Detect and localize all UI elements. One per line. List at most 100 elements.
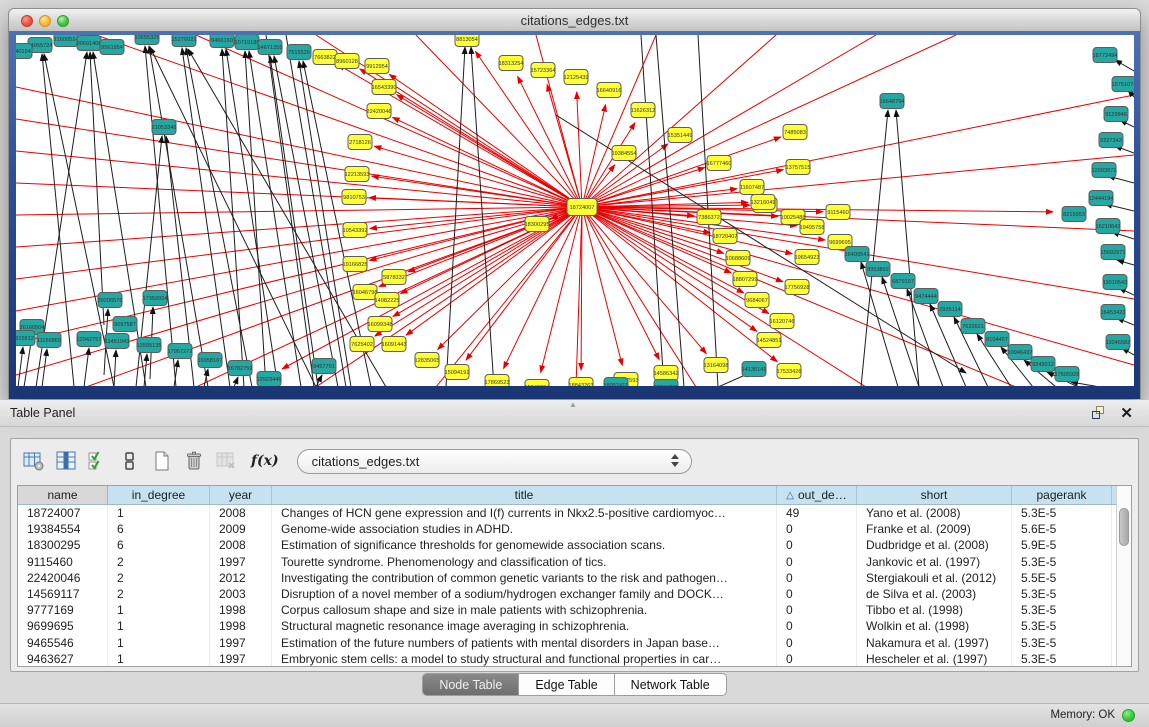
graph-node[interactable]: 17957272 xyxy=(168,344,193,359)
new-table-icon[interactable] xyxy=(149,448,175,474)
graph-node[interactable]: 18724007 xyxy=(567,199,597,216)
graph-node[interactable]: 7625402 xyxy=(350,337,374,352)
table-row[interactable]: 1938455462009Genome-wide association stu… xyxy=(18,521,1116,537)
graph-node[interactable]: 3915912 xyxy=(16,331,35,346)
table-row[interactable]: 969969511998Structural magnetic resonanc… xyxy=(18,618,1116,634)
table-row[interactable]: 946362711997Embryonic stem cells: a mode… xyxy=(18,651,1116,666)
graph-node[interactable]: 20206576 xyxy=(98,293,123,308)
column-header-pagerank[interactable]: pagerank xyxy=(1012,486,1112,504)
graph-node[interactable]: 7386372 xyxy=(697,210,721,225)
graph-node[interactable]: 11451943 xyxy=(105,334,129,349)
graph-node[interactable]: 7485083 xyxy=(783,125,807,140)
tab-node-table[interactable]: Node Table xyxy=(422,673,519,696)
graph-node[interactable]: 13216049 xyxy=(751,195,776,210)
graph-node[interactable]: 8953892 xyxy=(866,262,890,277)
graph-node[interactable]: 9097587 xyxy=(113,317,137,332)
graph-node[interactable]: 12093872 xyxy=(1092,163,1117,178)
graph-node[interactable]: 9129946 xyxy=(1104,107,1128,122)
graph-node[interactable]: 9227343 xyxy=(1099,133,1123,148)
graph-node[interactable]: 9561954 xyxy=(100,40,124,55)
graph-node[interactable]: 16782759 xyxy=(228,361,253,376)
graph-node[interactable]: 11046582 xyxy=(1106,335,1130,350)
graph-node[interactable]: 12964220 xyxy=(654,380,679,387)
graph-node[interactable]: 16453423 xyxy=(1101,305,1126,320)
graph-node[interactable]: 17505928 xyxy=(1055,367,1080,382)
graph-node[interactable]: 10655325 xyxy=(135,35,160,45)
graph-node[interactable]: 12213593 xyxy=(345,167,370,182)
graph-node[interactable]: 18772494 xyxy=(1093,48,1118,63)
graph-node[interactable]: 15351449 xyxy=(668,128,693,143)
graph-node[interactable]: 10946437 xyxy=(1008,345,1033,360)
graph-node[interactable]: 15094192 xyxy=(445,365,470,380)
graph-node[interactable]: 16777460 xyxy=(707,156,732,171)
graph-node[interactable]: 8960128 xyxy=(335,54,359,69)
column-header-in-degree[interactable]: in_degree xyxy=(108,486,210,504)
memory-ok-indicator[interactable] xyxy=(1122,709,1135,722)
tab-edge-table[interactable]: Edge Table xyxy=(519,673,614,696)
graph-node[interactable]: 11607487 xyxy=(740,180,764,195)
column-header-short[interactable]: short xyxy=(857,486,1012,504)
close-panel-icon[interactable]: ✕ xyxy=(1120,404,1133,422)
network-canvas[interactable]: 7663822896012899129541654339022420046271… xyxy=(16,35,1134,386)
graph-node[interactable]: 11010543 xyxy=(1103,275,1127,290)
graph-node[interactable]: 15242954 xyxy=(525,380,550,387)
graph-node[interactable]: 2718126 xyxy=(348,135,372,150)
graph-node[interactable]: 9245012 xyxy=(1031,357,1055,372)
graph-node[interactable]: 7632621 xyxy=(961,319,985,334)
graph-node[interactable]: 9457791 xyxy=(312,359,336,374)
window-titlebar[interactable]: citations_edges.txt xyxy=(8,8,1141,32)
graph-node[interactable]: 18052419 xyxy=(604,378,629,387)
graph-node[interactable]: 9912954 xyxy=(365,59,389,74)
graph-node[interactable]: 11626312 xyxy=(631,103,655,118)
graph-node[interactable]: 12505135 xyxy=(137,338,162,353)
graph-node[interactable]: 13164098 xyxy=(704,358,729,373)
graph-node[interactable]: 16210643 xyxy=(1096,219,1121,234)
table-row[interactable]: 977716911998Corpus callosum shape and si… xyxy=(18,602,1116,618)
graph-node[interactable]: 21600524 xyxy=(54,35,79,47)
graph-node[interactable]: 18807299 xyxy=(733,272,758,287)
tab-network-table[interactable]: Network Table xyxy=(615,673,727,696)
table-settings-icon[interactable] xyxy=(21,448,47,474)
graph-node[interactable]: 12444194 xyxy=(1089,191,1114,206)
graph-node[interactable]: 14586342 xyxy=(654,366,679,381)
column-header-out-degree[interactable]: △out_de… xyxy=(777,486,857,504)
graph-node[interactable]: 2935114 xyxy=(938,302,962,317)
graph-node[interactable]: 15276021 xyxy=(172,35,197,47)
graph-node[interactable]: 15692971 xyxy=(1101,245,1126,260)
float-panel-icon[interactable] xyxy=(1092,406,1107,420)
vertical-scrollbar[interactable] xyxy=(1116,486,1131,666)
graph-node[interactable]: 10688609 xyxy=(726,251,751,266)
graph-node[interactable]: 7515526 xyxy=(287,45,311,60)
graph-node[interactable]: 20691406 xyxy=(77,36,102,51)
graph-node[interactable]: 16409541 xyxy=(845,247,870,262)
column-header-year[interactable]: year xyxy=(210,486,272,504)
graph-node[interactable]: 18720407 xyxy=(713,229,738,244)
graph-node[interactable]: 19495758 xyxy=(800,220,825,235)
graph-node[interactable]: 17533426 xyxy=(777,364,802,379)
graph-node[interactable]: 14136141 xyxy=(742,362,767,377)
graph-node[interactable]: 14671355 xyxy=(258,40,283,55)
graph-node[interactable]: 8215953 xyxy=(1062,207,1086,222)
scrollbar-thumb[interactable] xyxy=(1119,508,1129,546)
graph-node[interactable]: 5878332 xyxy=(382,270,406,285)
graph-node[interactable]: 16543390 xyxy=(372,80,397,95)
graph-node[interactable]: 16958167 xyxy=(198,353,223,368)
graph-node[interactable]: 9474444 xyxy=(914,289,938,304)
graph-node[interactable]: 7663822 xyxy=(313,50,337,65)
graph-node[interactable]: 18300295 xyxy=(525,217,550,232)
graph-node[interactable]: 12942757 xyxy=(77,332,102,347)
graph-node[interactable]: 12835065 xyxy=(415,353,440,368)
select-rows-check-icon[interactable] xyxy=(85,448,111,474)
column-header-name[interactable]: name xyxy=(18,486,108,504)
table-selector-dropdown[interactable]: citations_edges.txt xyxy=(297,449,692,474)
graph-node[interactable]: 10543392 xyxy=(343,223,368,238)
graph-node[interactable]: 19166825 xyxy=(343,257,368,272)
graph-node[interactable]: 12923446 xyxy=(257,372,282,387)
graph-node[interactable]: 15751074 xyxy=(1112,77,1134,92)
graph-node[interactable]: 13757515 xyxy=(786,160,811,175)
graph-node[interactable]: 14982225 xyxy=(375,293,400,308)
graph-node[interactable]: 9684067 xyxy=(745,293,769,308)
graph-node[interactable]: 14524851 xyxy=(757,333,782,348)
graph-node[interactable]: 18843263 xyxy=(569,378,594,387)
graph-node[interactable]: 8104457 xyxy=(985,332,1009,347)
